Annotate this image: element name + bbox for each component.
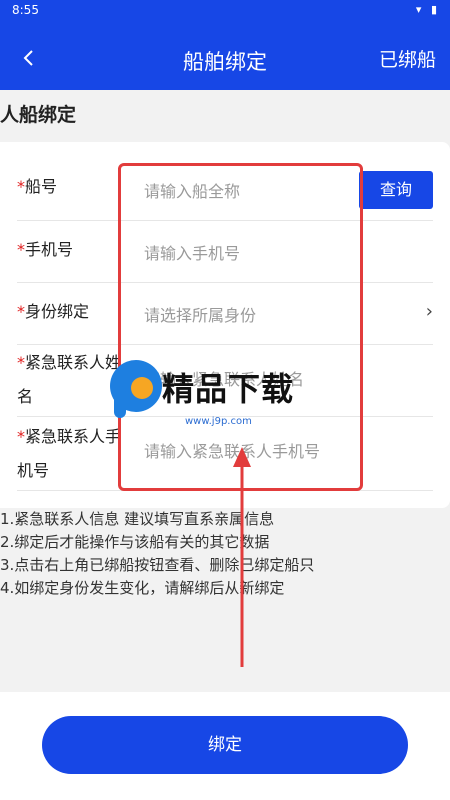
note-item: 3.点击右上角已绑船按钮查看、删除已绑定船只: [0, 556, 315, 574]
section-title: 人船绑定: [0, 104, 77, 126]
note-item: 4.如绑定身份发生变化，请解绑后从新绑定: [0, 579, 285, 597]
notes-list: 1.紧急联系人信息 建议填写直系亲属信息 2.绑定后才能操作与该船有关的其它数据…: [0, 508, 450, 600]
note-item: 1.紧急联系人信息 建议填写直系亲属信息: [0, 510, 275, 528]
top-bar: 8:55 ▾ ▮ 船舶绑定 已绑船: [0, 0, 450, 90]
ship-number-label: *船号: [17, 177, 58, 196]
identity-label: *身份绑定: [17, 302, 90, 321]
phone-label: *手机号: [17, 240, 74, 259]
status-time: 8:55: [12, 3, 39, 17]
emergency-phone-label: *紧急联系人手: [17, 427, 122, 446]
status-icons: ▾ ▮: [415, 3, 440, 16]
note-item: 2.绑定后才能操作与该船有关的其它数据: [0, 533, 270, 551]
annotation-arrow-icon: [233, 447, 251, 667]
chevron-right-icon: ›: [425, 301, 433, 322]
watermark-text: 精品下载: [162, 370, 295, 408]
watermark-url: www.j9p.com: [185, 416, 252, 427]
query-button[interactable]: 查询: [359, 171, 433, 209]
bind-button[interactable]: 绑定: [42, 716, 408, 774]
emergency-name-label-line2: 名: [17, 387, 34, 406]
watermark-logo-icon: [110, 360, 162, 418]
highlight-box: [118, 163, 363, 491]
bound-ships-button[interactable]: 已绑船: [379, 45, 436, 72]
emergency-phone-label-line2: 机号: [17, 461, 50, 480]
